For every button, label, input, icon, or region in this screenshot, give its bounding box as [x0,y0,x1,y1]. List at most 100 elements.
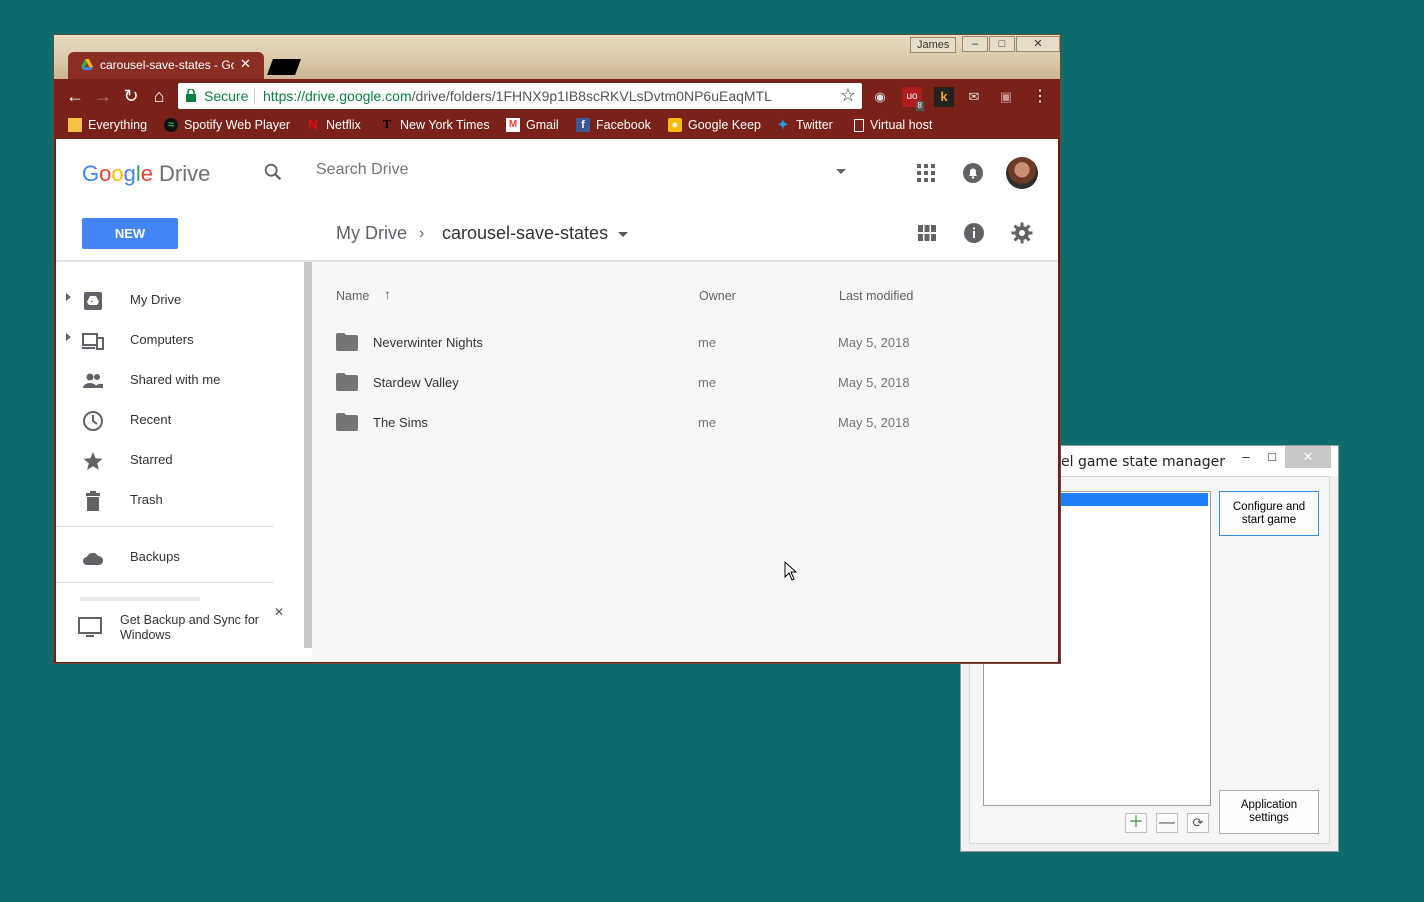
file-modified: May 5, 2018 [838,375,910,390]
sidebar-scrollbar[interactable] [304,262,312,648]
expand-arrow-icon[interactable] [66,293,71,301]
secure-label: Secure [204,88,249,104]
info-icon[interactable] [962,221,986,245]
sidebar-item-computers[interactable]: Computers [56,320,304,360]
refresh-button[interactable]: ⟳ [1187,813,1209,833]
minimize-button[interactable]: – [962,36,988,52]
cast-icon[interactable]: ▣ [996,87,1016,107]
sidebar-item-backups[interactable]: Backups [56,537,304,577]
file-name: Stardew Valley [373,375,459,390]
minus-icon: — [1159,814,1175,831]
maximize-button[interactable]: □ [989,36,1015,52]
application-settings-button[interactable]: Application settings [1219,790,1319,834]
bookmark-label: Gmail [526,118,559,132]
table-row[interactable]: The Sims me May 5, 2018 [312,402,1058,442]
app-title: el game state manager [1061,454,1225,470]
drive-header: GoogleDrive NEW My Drive [56,139,1058,261]
keepa-icon[interactable]: k [934,87,954,107]
bookmark-keep[interactable]: ● Google Keep [668,118,761,132]
bookmark-virtual-host[interactable]: Virtual host [854,118,932,132]
chevron-down-icon[interactable] [618,232,628,237]
new-button[interactable]: NEW [82,218,178,249]
search-options-icon[interactable] [836,169,846,174]
google-drive-icon [81,59,93,70]
drive-page: GoogleDrive NEW My Drive [56,139,1058,662]
remove-game-button[interactable]: — [1156,813,1178,833]
expand-arrow-icon[interactable] [66,333,71,341]
menu-icon[interactable]: ⋮ [1030,87,1050,107]
extension-icon[interactable]: ✉ [964,87,984,107]
close-button[interactable]: ✕ [1016,36,1060,52]
grid-view-icon[interactable] [915,221,939,245]
keep-icon: ● [668,118,682,132]
netflix-icon: N [308,117,318,132]
sidebar-item-label: My Drive [130,292,182,307]
sidebar-item-label: Trash [130,492,163,507]
backup-sync-promo[interactable]: Get Backup and Sync for Windows [120,613,280,643]
bookmark-twitter[interactable]: ✦ Twitter [776,118,833,133]
window-titlebar[interactable]: James – □ ✕ carousel-save-states - Go ✕ [54,35,1060,80]
search-input[interactable] [316,161,816,179]
page-icon [854,118,864,132]
sidebar-item-trash[interactable]: Trash [56,480,304,520]
bookmark-facebook[interactable]: f Facebook [576,118,651,132]
bookmark-everything[interactable]: Everything [68,118,147,132]
file-name: Neverwinter Nights [373,335,483,350]
storage-indicator [80,597,200,601]
url-text[interactable]: https://drive.google.com/drive/folders/1… [263,88,772,104]
sidebar-item-recent[interactable]: Recent [56,400,304,440]
bookmark-gmail[interactable]: M Gmail [506,118,559,132]
google-drive-logo[interactable]: Google Drive [82,161,210,187]
column-header-last-modified[interactable]: Last modified [839,289,913,303]
sidebar-item-label: Shared with me [130,372,221,387]
table-row[interactable]: Stardew Valley me May 5, 2018 [312,362,1058,402]
avatar[interactable] [1006,157,1038,189]
breadcrumb-my-drive[interactable]: My Drive [336,223,407,244]
new-tab-button[interactable] [267,59,301,75]
back-icon[interactable]: ← [64,85,86,107]
app-maximize-button[interactable]: □ [1257,446,1287,468]
apps-grid-icon[interactable] [914,161,938,185]
ublock-icon[interactable]: uo 8 [902,87,924,111]
search-icon[interactable] [262,161,284,183]
bookmark-netflix[interactable]: N Netflix [306,117,360,133]
ublock-badge: 8 [915,101,924,111]
address-bar[interactable]: Secure https://drive.google.com/drive/fo… [178,83,862,109]
reload-icon[interactable]: ↻ [120,85,142,107]
sidebar-item-starred[interactable]: Starred [56,440,304,480]
configure-start-button[interactable]: Configure and start game [1219,491,1319,536]
bookmark-label: Google Keep [688,118,761,132]
settings-gear-icon[interactable] [1010,221,1034,245]
bookmark-label: Facebook [596,118,651,132]
extension-icon[interactable]: ◉ [870,87,890,107]
browser-toolbar: ← → ↻ ⌂ Secure https://drive.google.com/… [54,79,1060,113]
profile-button[interactable]: James [910,37,957,53]
plus-icon: ＋ [1127,814,1144,831]
sidebar-item-my-drive[interactable]: My Drive [56,280,304,320]
cloud-icon [83,552,104,565]
table-row[interactable]: Neverwinter Nights me May 5, 2018 [312,322,1058,362]
breadcrumb-current-folder[interactable]: carousel-save-states [442,223,608,244]
bookmark-spotify[interactable]: ≈ Spotify Web Player [164,118,290,132]
chrome-window[interactable]: James – □ ✕ carousel-save-states - Go ✕ … [53,34,1061,664]
home-icon[interactable]: ⌂ [148,85,170,107]
file-owner: me [698,375,717,390]
notifications-icon[interactable] [961,161,985,185]
add-game-button[interactable]: ＋ [1125,813,1147,833]
drive-sidebar: My Drive Computers Shared with me Recent… [56,262,304,662]
bookmark-star-icon[interactable]: ☆ [840,85,856,106]
file-modified: May 5, 2018 [838,415,910,430]
promo-close-icon[interactable]: ✕ [274,605,284,619]
tab-close-icon[interactable]: ✕ [240,56,251,72]
bookmark-label: Virtual host [870,118,933,132]
tab-drive[interactable]: carousel-save-states - Go ✕ [68,52,264,80]
sort-arrow-up-icon[interactable]: ↑ [384,286,391,302]
sidebar-item-shared[interactable]: Shared with me [56,360,304,400]
file-name: The Sims [373,415,428,430]
forward-icon[interactable]: → [92,85,114,107]
app-close-button[interactable]: ✕ [1285,446,1331,468]
monitor-icon [78,617,102,637]
facebook-icon: f [576,118,590,132]
column-header-name[interactable]: Name [336,289,369,303]
bookmark-nyt[interactable]: T New York Times [380,118,490,132]
